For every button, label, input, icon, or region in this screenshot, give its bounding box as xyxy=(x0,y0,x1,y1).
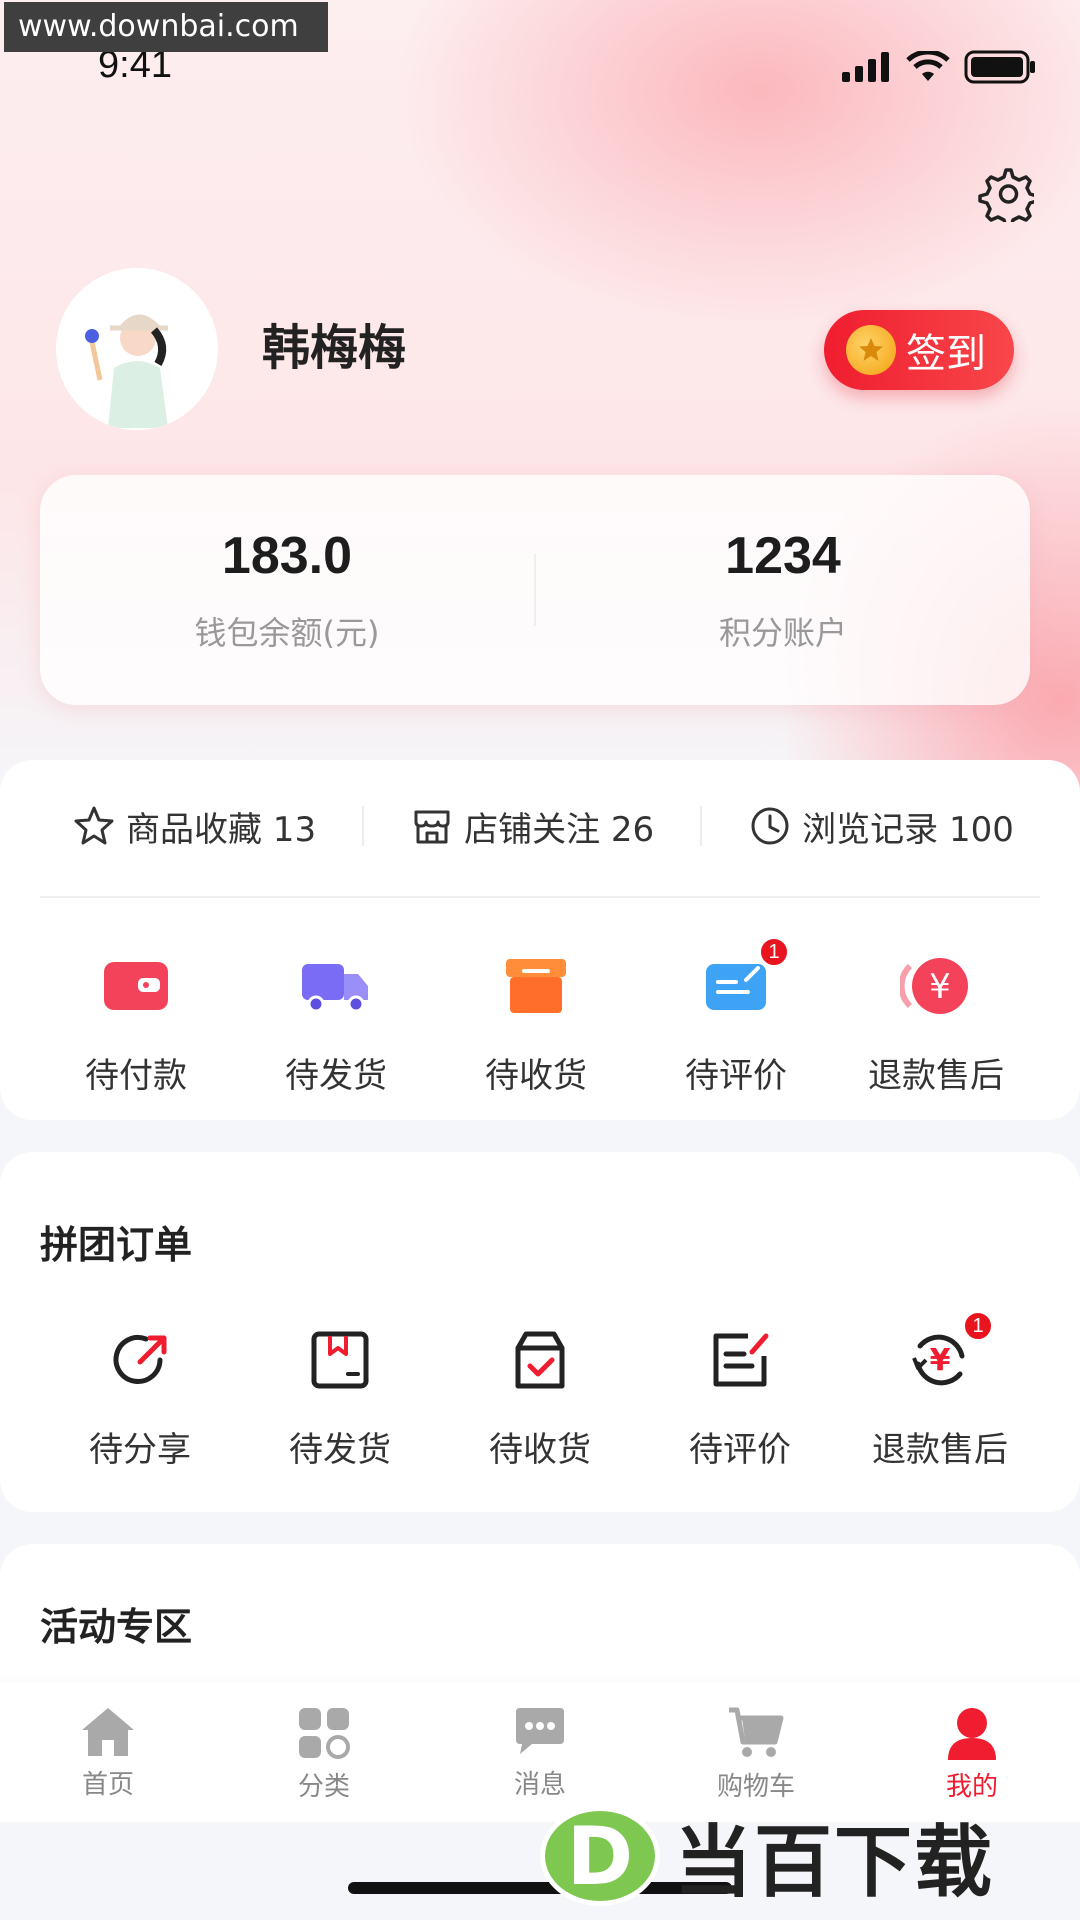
wallet-icon xyxy=(96,946,176,1026)
group-refund[interactable]: ¥ 1 退款售后 xyxy=(840,1310,1040,1471)
svg-text:¥: ¥ xyxy=(929,967,951,1007)
coin-icon xyxy=(846,325,896,375)
tab-category-label: 分类 xyxy=(297,1772,350,1802)
group-orders-title: 拼团订单 xyxy=(40,1223,193,1267)
clock-icon xyxy=(751,807,789,845)
truck-icon xyxy=(296,946,376,1026)
stat-history[interactable]: 浏览记录 100 xyxy=(748,802,1014,851)
logo-watermark: D 当百下载 xyxy=(540,1800,994,1912)
wallet-balance-label: 钱包余额(元) xyxy=(194,614,380,652)
tab-mine-label: 我的 xyxy=(945,1772,998,1802)
logo-text: 当百下载 xyxy=(674,1818,995,1908)
activity-title: 活动专区 xyxy=(40,1605,193,1649)
points-label: 积分账户 xyxy=(718,614,847,652)
wifi-icon xyxy=(906,51,950,81)
group-pending-shipment-label: 待发货 xyxy=(289,1430,391,1470)
stat-stores-label: 店铺关注 26 xyxy=(464,809,655,850)
group-refund-label: 退款售后 xyxy=(872,1430,1008,1470)
notification-badge: 1 xyxy=(758,936,790,968)
site-watermark: www.downbai.com xyxy=(4,2,328,52)
tab-category[interactable]: 分类 xyxy=(216,1682,432,1822)
wallet-balance-value: 183.0 xyxy=(221,527,353,585)
settings-button[interactable] xyxy=(978,166,1039,229)
group-order-row: 待分享 待发货 待收货 待评价 ¥ 1 退款售后 xyxy=(0,1310,1080,1471)
group-pending-share-label: 待分享 xyxy=(89,1430,191,1470)
tab-home[interactable]: 首页 xyxy=(0,1682,216,1822)
refund-cycle-icon: ¥ 1 xyxy=(900,1310,994,1400)
group-pending-receipt[interactable]: 待收货 xyxy=(440,1320,640,1471)
stat-separator xyxy=(700,806,703,846)
group-pending-receipt-label: 待收货 xyxy=(489,1430,591,1470)
star-icon xyxy=(74,806,114,845)
stats-row: 商品收藏 13 店铺关注 26 浏览记录 100 xyxy=(0,760,1080,892)
order-pending-review[interactable]: 1 待评价 xyxy=(636,936,836,1097)
order-pending-shipment-label: 待发货 xyxy=(285,1056,387,1096)
group-pending-review[interactable]: 待评价 xyxy=(640,1320,840,1471)
tab-cart-label: 购物车 xyxy=(716,1772,795,1802)
stat-favorites-label: 商品收藏 13 xyxy=(126,809,317,850)
order-pending-shipment[interactable]: 待发货 xyxy=(236,946,436,1097)
avatar-illustration xyxy=(56,268,218,430)
order-pending-payment[interactable]: 待付款 xyxy=(36,946,236,1097)
points-value: 1234 xyxy=(725,527,841,585)
points-account[interactable]: 1234 积分账户 xyxy=(536,526,1030,654)
receive-icon xyxy=(500,1320,580,1400)
order-pending-payment-label: 待付款 xyxy=(85,1056,187,1096)
tab-message-label: 消息 xyxy=(513,1770,566,1800)
box-icon xyxy=(496,946,576,1026)
grid-icon xyxy=(299,1708,350,1759)
order-pending-receipt-label: 待收货 xyxy=(485,1056,587,1096)
message-icon xyxy=(516,1708,564,1754)
order-pending-review-label: 待评价 xyxy=(685,1056,787,1096)
gear-icon xyxy=(978,168,1039,229)
signin-button[interactable]: 签到 xyxy=(824,310,1014,390)
status-icons xyxy=(842,50,1036,84)
battery-icon xyxy=(964,50,1035,84)
order-refund-label: 退款售后 xyxy=(868,1056,1004,1096)
store-icon xyxy=(414,810,450,844)
tab-home-label: 首页 xyxy=(81,1770,134,1800)
stat-stores[interactable]: 店铺关注 26 xyxy=(410,802,654,851)
package-icon xyxy=(300,1320,380,1400)
notification-badge: 1 xyxy=(962,1310,994,1342)
signin-label: 签到 xyxy=(906,331,986,377)
group-orders-card: 拼团订单 待分享 待发货 待收货 待评价 ¥ 1 退款售后 xyxy=(0,1152,1080,1512)
refund-icon: ¥ xyxy=(896,946,976,1026)
wallet-balance[interactable]: 183.0 钱包余额(元) xyxy=(40,526,534,654)
cart-icon xyxy=(729,1707,784,1757)
stat-separator xyxy=(362,806,365,846)
stat-favorites[interactable]: 商品收藏 13 xyxy=(72,802,316,851)
home-icon xyxy=(82,1708,134,1756)
order-refund[interactable]: ¥ 退款售后 xyxy=(836,946,1036,1097)
divider xyxy=(40,896,1040,898)
comment-icon: 1 xyxy=(696,936,790,1026)
user-icon xyxy=(948,1708,996,1760)
signal-icon xyxy=(842,52,889,82)
wallet-card: 183.0 钱包余额(元) 1234 积分账户 xyxy=(40,475,1030,705)
my-orders-card: 商品收藏 13 店铺关注 26 浏览记录 100 待付款 待发货 待收货 1 待… xyxy=(0,760,1080,1120)
review-icon xyxy=(700,1320,780,1400)
group-pending-shipment[interactable]: 待发货 xyxy=(240,1320,440,1471)
share-icon xyxy=(100,1320,180,1400)
group-pending-review-label: 待评价 xyxy=(689,1430,791,1470)
group-pending-share[interactable]: 待分享 xyxy=(40,1320,240,1471)
svg-text:¥: ¥ xyxy=(930,1343,951,1378)
order-pending-receipt[interactable]: 待收货 xyxy=(436,946,636,1097)
avatar[interactable] xyxy=(56,268,218,430)
order-status-row: 待付款 待发货 待收货 1 待评价 ¥ 退款售后 xyxy=(0,936,1080,1097)
username: 韩梅梅 xyxy=(262,320,407,376)
stat-history-label: 浏览记录 100 xyxy=(802,809,1014,850)
logo-icon: D xyxy=(540,1806,660,1906)
